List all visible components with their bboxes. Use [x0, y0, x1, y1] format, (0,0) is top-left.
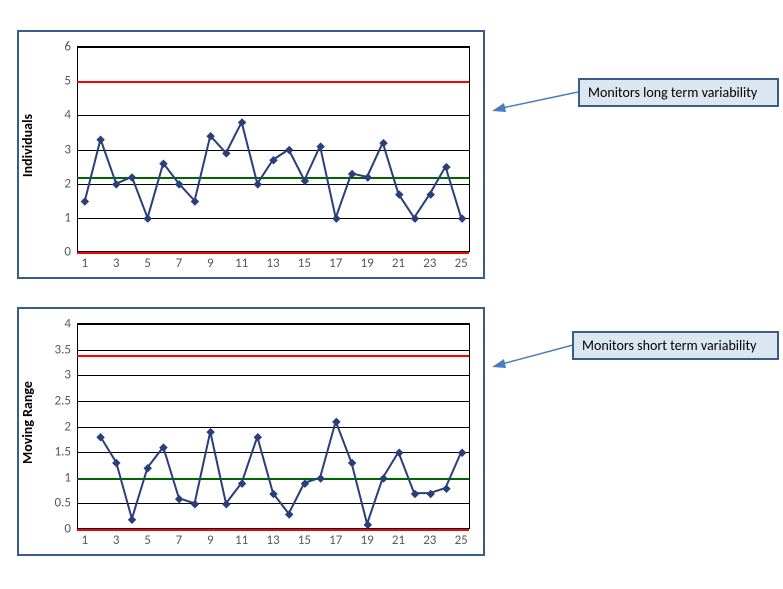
- ytick: 0: [64, 522, 77, 537]
- ytick: 0.5: [55, 496, 77, 511]
- moving-range-chart: Moving Range 4 3.5 3 2.5 2 1.5 1 0.5 0 1…: [17, 307, 485, 556]
- xtick: 23: [423, 529, 436, 548]
- ytick: 2: [64, 176, 77, 191]
- moving-range-plot-area: 4 3.5 3 2.5 2 1.5 1 0.5 0 1 3 5 7 9 11 1…: [77, 323, 470, 529]
- ytick: 2: [64, 419, 77, 434]
- xtick: 3: [113, 252, 120, 271]
- ytick: 6: [64, 40, 77, 55]
- xtick: 19: [360, 252, 373, 271]
- arrow-icon: [490, 88, 580, 113]
- xtick: 13: [266, 252, 279, 271]
- xtick: 9: [207, 529, 214, 548]
- moving-range-ylabel: Moving Range: [19, 381, 36, 464]
- xtick: 19: [360, 529, 373, 548]
- xtick: 21: [392, 529, 405, 548]
- xtick: 17: [329, 529, 342, 548]
- ytick: 5: [64, 74, 77, 89]
- xtick: 7: [176, 529, 183, 548]
- ytick: 2.5: [55, 393, 77, 408]
- xtick: 7: [176, 252, 183, 271]
- ytick: 0: [64, 245, 77, 260]
- xtick: 13: [266, 529, 279, 548]
- ytick: 4: [64, 317, 77, 332]
- xtick: 9: [207, 252, 214, 271]
- xtick: 3: [113, 529, 120, 548]
- xtick: 25: [455, 252, 468, 271]
- ytick: 1: [64, 210, 77, 225]
- ytick: 4: [64, 108, 77, 123]
- ytick: 1: [64, 470, 77, 485]
- individuals-chart: Individuals 6 5 4 3 2 1 0 1 3 5 7 9 11 1…: [17, 30, 485, 279]
- xtick: 11: [235, 529, 248, 548]
- arrow-icon: [490, 341, 580, 369]
- ytick: 3: [64, 142, 77, 157]
- ytick: 3.5: [55, 342, 77, 357]
- short-term-callout: Monitors short term variability: [572, 331, 779, 360]
- ytick: 1.5: [55, 445, 77, 460]
- individuals-markers: [77, 47, 469, 252]
- xtick: 17: [329, 252, 342, 271]
- xtick: 15: [298, 252, 311, 271]
- xtick: 11: [235, 252, 248, 271]
- xtick: 23: [423, 252, 436, 271]
- xtick: 5: [144, 252, 151, 271]
- xtick: 5: [144, 529, 151, 548]
- xtick: 21: [392, 252, 405, 271]
- xtick: 1: [82, 529, 89, 548]
- individuals-ylabel: Individuals: [19, 114, 36, 177]
- xtick: 15: [298, 529, 311, 548]
- xtick: 1: [82, 252, 89, 271]
- moving-range-markers: [77, 324, 469, 529]
- long-term-callout: Monitors long term variability: [578, 78, 779, 107]
- xtick: 25: [455, 529, 468, 548]
- individuals-plot-area: 6 5 4 3 2 1 0 1 3 5 7 9 11 13 15 17 19 2…: [77, 46, 470, 252]
- ytick: 3: [64, 368, 77, 383]
